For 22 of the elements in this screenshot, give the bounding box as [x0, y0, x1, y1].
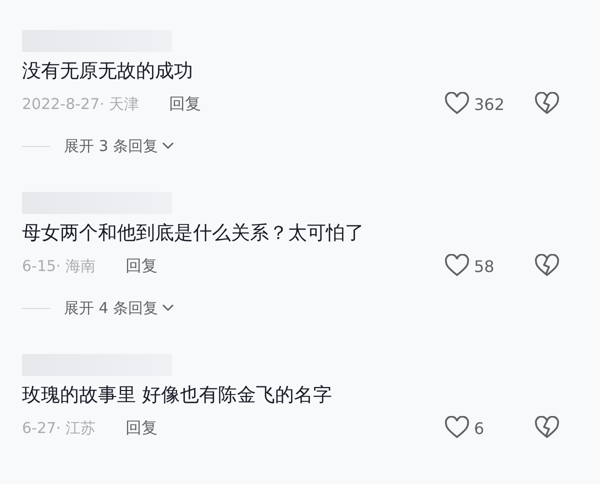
comment-date-location: 2022-8-27· 天津	[22, 94, 140, 114]
reply-link[interactable]: 回复	[169, 94, 202, 114]
reply-link[interactable]: 回复	[126, 256, 158, 276]
comment-text: 没有无原无故的成功	[22, 59, 194, 84]
like-count: 6	[474, 418, 484, 438]
like-count: 58	[474, 256, 494, 276]
reply-link[interactable]: 回复	[126, 418, 158, 438]
chevron-down-icon	[162, 142, 174, 150]
chevron-down-icon	[162, 304, 174, 312]
comment-text: 玫瑰的故事里 好像也有陈金飞的名字	[22, 383, 334, 408]
broken-heart-icon[interactable]	[534, 92, 560, 116]
comment-date-location: 6-15· 海南	[22, 256, 96, 276]
comment-date-location: 6-27· 江苏	[22, 418, 96, 438]
like-count: 362	[474, 94, 505, 114]
expand-replies-button[interactable]: 展开 3 条回复	[64, 136, 174, 156]
expand-replies-button[interactable]: 展开 4 条回复	[64, 298, 174, 318]
comment-text: 母女两个和他到底是什么关系？太可怕了	[22, 221, 365, 246]
heart-icon[interactable]	[444, 254, 470, 278]
heart-icon[interactable]	[444, 416, 470, 440]
broken-heart-icon[interactable]	[534, 254, 560, 278]
broken-heart-icon[interactable]	[534, 416, 560, 440]
heart-icon[interactable]	[444, 92, 470, 116]
